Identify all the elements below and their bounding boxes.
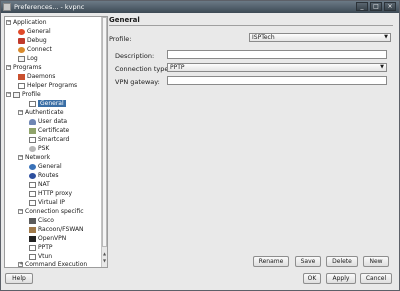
tree-item-network-general[interactable]: General <box>29 163 62 171</box>
certificate-icon <box>29 127 36 134</box>
profile-general-panel: General Profile: ISPTech ▼ Description: … <box>109 16 393 268</box>
routes-icon <box>29 172 36 179</box>
tree-item-network[interactable]: − Network <box>18 154 50 162</box>
key-icon <box>29 145 36 152</box>
tree-item-profile-general[interactable]: General <box>29 100 66 108</box>
tree-item-openvpn[interactable]: OpenVPN <box>29 235 66 243</box>
app-icon <box>3 3 11 11</box>
network-icon <box>29 163 36 170</box>
debug-icon <box>18 37 25 44</box>
user-data-icon <box>29 118 36 125</box>
daemons-icon <box>18 73 25 80</box>
http-proxy-icon <box>29 190 36 197</box>
collapse-icon[interactable]: − <box>6 20 11 25</box>
collapse-icon[interactable]: − <box>6 65 11 70</box>
tree-item-connection-specific[interactable]: − Connection specific <box>18 208 84 216</box>
cisco-icon <box>29 217 36 224</box>
tree-item-nat[interactable]: NAT <box>29 181 50 189</box>
openvpn-icon <box>29 235 36 242</box>
window-title: Preferences... - kvpnc <box>14 3 85 11</box>
tree-item-racoon-fswan[interactable]: Racoon/FSWAN <box>29 226 84 234</box>
nat-icon <box>29 181 36 188</box>
profile-value: ISPTech <box>252 34 275 41</box>
log-icon <box>18 55 25 62</box>
scroll-down-icon[interactable]: ▼ <box>102 258 107 263</box>
delete-button[interactable]: Delete <box>326 256 358 267</box>
collapse-icon[interactable]: − <box>6 92 11 97</box>
help-button[interactable]: Help <box>5 273 33 284</box>
tree-item-debug[interactable]: Debug <box>18 37 47 45</box>
tree-item-authenticate[interactable]: − Authenticate <box>18 109 64 117</box>
description-label: Description: <box>115 52 155 60</box>
tree-item-command-execution[interactable]: + Command Execution <box>18 261 87 267</box>
profile-label: Profile: <box>109 35 132 43</box>
cancel-button[interactable]: Cancel <box>360 273 392 284</box>
tree-item-general[interactable]: General <box>18 28 51 36</box>
collapse-icon[interactable]: − <box>18 209 23 214</box>
tree-item-vtun[interactable]: Vtun <box>29 253 52 261</box>
pptp-icon <box>29 244 36 251</box>
tree-item-log[interactable]: Log <box>18 55 38 63</box>
profile-icon <box>13 91 20 98</box>
profile-select[interactable]: ISPTech ▼ <box>249 33 391 42</box>
scroll-up-icon[interactable]: ▲ <box>102 251 107 256</box>
panel-header: General <box>109 16 393 26</box>
connection-type-label: Connection type: <box>115 65 171 73</box>
vpn-gateway-label: VPN gateway: <box>115 78 160 86</box>
description-field[interactable] <box>167 50 387 59</box>
racoon-icon <box>29 226 36 233</box>
helper-programs-icon <box>18 82 25 89</box>
title-bar[interactable]: Preferences... - kvpnc _ □ × <box>1 1 399 13</box>
virtual-ip-icon <box>29 199 36 206</box>
tree-item-connect[interactable]: Connect <box>18 46 52 54</box>
vtun-icon <box>29 253 36 260</box>
tree-item-helper-programs[interactable]: Helper Programs <box>18 82 77 90</box>
rename-button[interactable]: Rename <box>253 256 289 267</box>
preferences-window: Preferences... - kvpnc _ □ × − Applicatio… <box>0 0 400 291</box>
tree-item-smartcard[interactable]: Smartcard <box>29 136 69 144</box>
maximize-icon[interactable]: □ <box>370 2 382 11</box>
chevron-down-icon: ▼ <box>384 34 388 40</box>
connect-icon <box>18 46 25 53</box>
tree-item-certificate[interactable]: Certificate <box>29 127 69 135</box>
save-button[interactable]: Save <box>295 256 321 267</box>
tree-item-cisco[interactable]: Cisco <box>29 217 54 225</box>
tree-item-user-data[interactable]: User data <box>29 118 67 126</box>
tree-item-pptp[interactable]: PPTP <box>29 244 53 252</box>
ok-button[interactable]: OK <box>303 273 321 284</box>
apply-button[interactable]: Apply <box>326 273 356 284</box>
collapse-icon[interactable]: − <box>18 110 23 115</box>
new-button[interactable]: New <box>363 256 389 267</box>
tree-scrollbar[interactable]: ▲ ▼ <box>101 17 107 267</box>
tree-item-http-proxy[interactable]: HTTP proxy <box>29 190 72 198</box>
tree-item-application[interactable]: − Application <box>6 19 47 27</box>
tree-item-profile[interactable]: − Profile <box>6 91 41 99</box>
tree-item-routes[interactable]: Routes <box>29 172 59 180</box>
tree-item-daemons[interactable]: Daemons <box>18 73 55 81</box>
expand-icon[interactable]: + <box>18 262 23 267</box>
smartcard-icon <box>29 136 36 143</box>
settings-tree: − Application General Debug Connect Log −… <box>4 16 108 268</box>
collapse-icon[interactable]: − <box>18 155 23 160</box>
chevron-down-icon: ▼ <box>380 64 384 70</box>
profile-general-icon <box>29 100 36 107</box>
close-icon[interactable]: × <box>384 2 396 11</box>
scrollbar-thumb[interactable] <box>102 17 107 247</box>
minimize-icon[interactable]: _ <box>356 2 368 11</box>
tree-item-virtual-ip[interactable]: Virtual IP <box>29 199 65 207</box>
tree-item-programs[interactable]: − Programs <box>6 64 41 72</box>
connection-type-value: PPTP <box>170 64 185 71</box>
connection-type-select[interactable]: PPTP ▼ <box>167 63 387 72</box>
tree-item-psk[interactable]: PSK <box>29 145 49 153</box>
general-icon <box>18 28 25 35</box>
vpn-gateway-field[interactable] <box>167 76 387 85</box>
